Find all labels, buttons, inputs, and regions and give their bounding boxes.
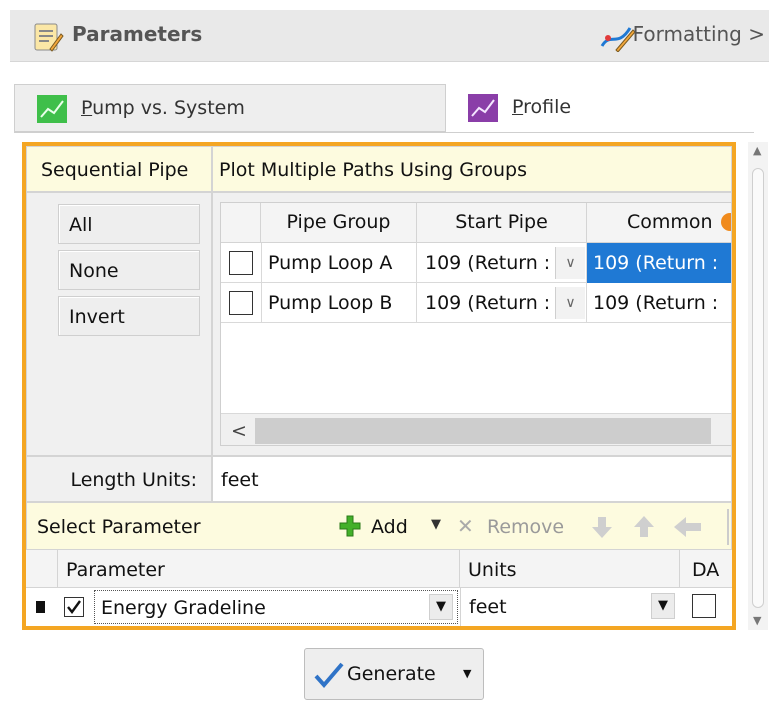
tab-label: Profile [512,96,572,118]
row-indicator-icon [36,601,45,613]
column-label: Units [468,559,517,581]
parameter-grid-header: Parameter Units DA [26,550,732,588]
remove-x-icon: ✕ [457,514,474,538]
length-units-label-cell: Length Units: [26,456,212,502]
sequential-pipe-header[interactable]: Sequential Pipe [26,146,212,192]
length-units-label: Length Units: [70,469,197,491]
column-start-pipe[interactable]: Start Pipe [417,203,587,243]
multiple-paths-label: Plot Multiple Paths Using Groups [219,159,528,181]
column-pipe-group[interactable]: Pipe Group [261,203,417,243]
chevron-down-icon[interactable]: ∨ [555,247,585,279]
units-select[interactable]: feet ▼ [460,588,680,626]
generate-button[interactable]: Generate ▼ [304,648,484,700]
invert-label: Invert [69,306,125,328]
column-label: Pipe Group [286,211,391,233]
table-row[interactable]: Pump Loop B 109 (Return : ∨ 109 (Return … [221,283,731,323]
start-pipe-cell[interactable]: 109 (Return : ∨ [417,243,587,283]
column-common[interactable]: Common [587,203,731,243]
pipe-group-value: Pump Loop A [268,252,393,274]
table-row[interactable]: Energy Gradeline ▼ feet ▼ [26,588,732,626]
formatting-icon [600,22,636,57]
panel-title: Parameters [72,22,203,46]
column-parameter[interactable]: Parameter [58,550,460,588]
da-checkbox[interactable] [692,594,716,618]
parameters-icon [32,21,64,58]
move-left-icon[interactable] [673,516,703,543]
dropdown-arrow-icon[interactable]: ▼ [429,594,453,620]
row-checkbox[interactable] [229,291,253,315]
scroll-up-icon[interactable]: ▲ [753,144,761,157]
all-button[interactable]: All [58,204,200,244]
grid-corner [221,203,261,243]
table-row[interactable]: Pump Loop A 109 (Return : ∨ 109 (Return … [221,243,731,283]
invert-button[interactable]: Invert [58,296,200,336]
groups-grid: Pipe Group Start Pipe Common Pump Loop A… [220,202,732,446]
add-icon[interactable] [339,515,361,542]
parameters-panel: Parameters Formatting > Pump vs. System [0,0,769,715]
all-label: All [69,214,93,236]
column-label: Start Pipe [455,211,548,233]
length-units-field[interactable]: feet [212,456,732,502]
checkmark-icon [313,661,345,694]
tab-divider [14,132,754,133]
parameter-value: Energy Gradeline [101,597,266,619]
add-button[interactable]: Add [371,516,408,538]
column-units[interactable]: Units [460,550,680,588]
generate-label: Generate [347,663,436,685]
multiple-paths-header[interactable]: Plot Multiple Paths Using Groups [212,146,732,192]
formatting-link[interactable]: Formatting > [633,22,765,46]
select-parameter-bar: Select Parameter Add ▼ ✕ Remove [26,502,732,550]
parameter-select[interactable]: Energy Gradeline ▼ [94,590,458,624]
chart-purple-icon [468,94,498,122]
profile-content-frame: Sequential Pipe Plot Multiple Paths Usin… [22,142,736,630]
row-checkbox[interactable] [229,251,253,275]
column-label: Common [627,211,713,233]
tab-pump-vs-system[interactable]: Pump vs. System [14,84,446,132]
tab-profile[interactable]: Profile [446,84,769,132]
common-cell[interactable]: 109 (Return : [587,283,731,323]
scroll-thumb[interactable] [752,168,764,608]
parameter-checkbox[interactable] [64,597,84,617]
common-value: 109 (Return : [593,252,719,274]
column-label: Parameter [66,559,165,581]
tab-label: Pump vs. System [81,97,245,119]
start-pipe-cell[interactable]: 109 (Return : ∨ [417,283,587,323]
chevron-down-icon[interactable]: ∨ [555,287,585,319]
common-value: 109 (Return : [593,292,719,314]
toolbar-divider [727,509,729,545]
pipe-group-cell[interactable]: Pump Loop B [261,283,417,323]
common-cell-selected[interactable]: 109 (Return : [587,243,731,283]
select-parameter-label: Select Parameter [37,516,201,538]
pipe-group-cell[interactable]: Pump Loop A [261,243,417,283]
start-pipe-value: 109 (Return : [425,292,551,314]
vertical-scrollbar[interactable]: ▲ ▼ [748,142,768,630]
warning-dot-icon [721,213,731,231]
generate-dropdown-icon[interactable]: ▼ [463,667,471,680]
column-label: DA [692,559,720,581]
scroll-down-icon[interactable]: ▼ [753,614,761,627]
chart-green-icon [37,95,67,123]
units-value: feet [469,596,507,618]
sequential-pipe-label: Sequential Pipe [41,159,189,181]
add-dropdown-icon[interactable]: ▼ [431,517,441,532]
move-up-icon[interactable] [633,515,655,544]
scroll-left-icon[interactable]: < [231,420,247,442]
length-units-value: feet [221,469,259,491]
move-down-icon[interactable] [591,515,613,544]
hscroll-thumb[interactable] [255,418,711,444]
pipe-group-value: Pump Loop B [268,292,393,314]
start-pipe-value: 109 (Return : [425,252,551,274]
remove-button[interactable]: Remove [487,516,564,538]
none-label: None [69,260,119,282]
dropdown-arrow-icon[interactable]: ▼ [651,593,675,619]
panel-header: Parameters Formatting > [10,10,769,62]
none-button[interactable]: None [58,250,200,290]
column-da[interactable]: DA [680,550,732,588]
horizontal-scrollbar[interactable]: < [221,413,731,445]
grid-corner [26,550,58,588]
